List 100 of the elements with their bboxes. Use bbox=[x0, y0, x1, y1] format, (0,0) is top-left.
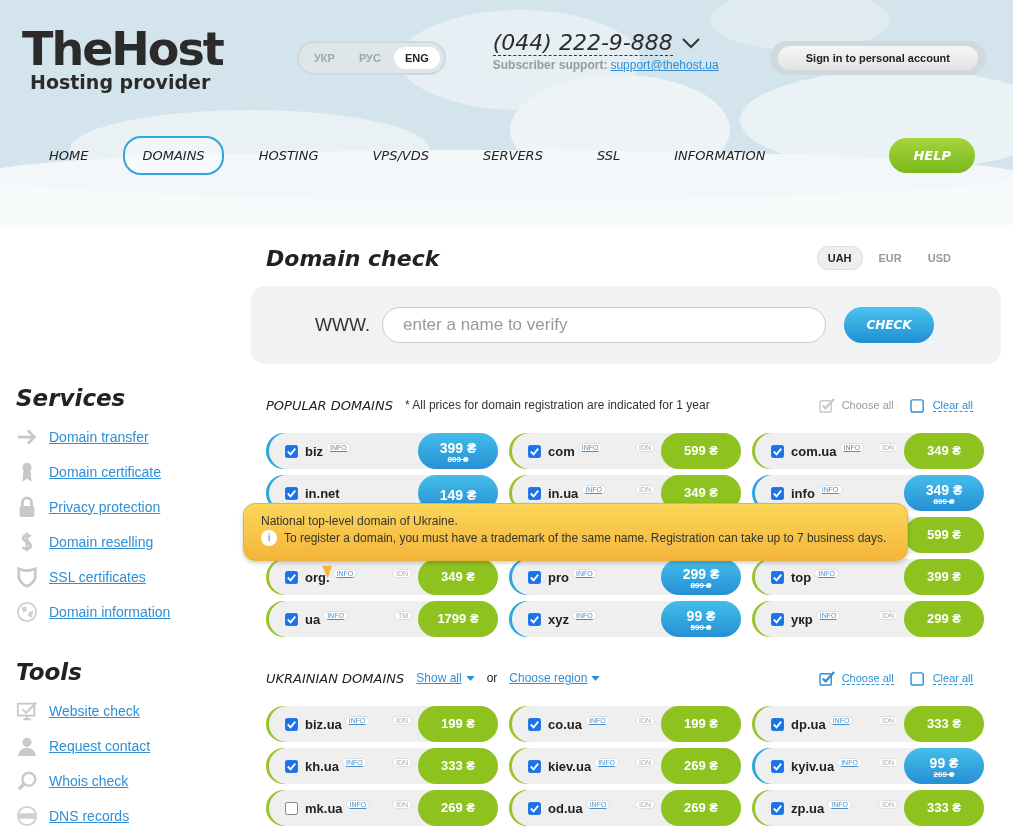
price: 299 ₴ bbox=[682, 566, 720, 581]
checkbox[interactable] bbox=[528, 444, 541, 458]
clear-all-checkbox[interactable] bbox=[909, 397, 927, 413]
nav-tab[interactable]: VPS/VDS bbox=[353, 136, 448, 175]
clear-all-checkbox[interactable] bbox=[909, 670, 927, 686]
sidebar-link[interactable]: Privacy protection bbox=[49, 498, 161, 515]
clear-all-link[interactable]: Clear all bbox=[932, 671, 973, 685]
clear-all-link[interactable]: Clear all bbox=[932, 398, 973, 412]
price: 349 ₴ bbox=[441, 570, 475, 584]
sidebar-link[interactable]: Website check bbox=[49, 702, 140, 719]
choose-region-link[interactable]: Choose region bbox=[509, 671, 588, 685]
nav-tab[interactable]: INFORMATION bbox=[655, 136, 785, 175]
domain-name: info bbox=[791, 485, 815, 501]
shield-icon bbox=[16, 565, 38, 588]
old-price: 599 ₴ bbox=[690, 622, 712, 633]
price-note: * All prices for domain registration are indicated for 1 year bbox=[404, 398, 710, 412]
domain-name: kyiv.ua bbox=[791, 758, 835, 774]
support-email-link[interactable]: support@thehost.ua bbox=[610, 58, 719, 72]
language-tab[interactable]: РУС bbox=[347, 47, 392, 69]
domain-name: ua bbox=[305, 611, 321, 627]
domain-name: biz bbox=[305, 443, 324, 459]
domain-name: org. bbox=[305, 569, 330, 585]
domain-name: com bbox=[548, 443, 575, 459]
domain-name: biz.ua bbox=[305, 716, 342, 732]
currency-tab[interactable]: UAH bbox=[816, 246, 863, 270]
price: 333 ₴ bbox=[441, 759, 475, 773]
checkbox[interactable] bbox=[528, 759, 541, 773]
show-all-link[interactable]: Show all bbox=[416, 671, 462, 685]
checkbox[interactable] bbox=[528, 486, 541, 500]
price: 1799 ₴ bbox=[437, 612, 479, 626]
sidebar-link[interactable]: Domain certificate bbox=[49, 463, 162, 480]
nav-tab[interactable]: SSL bbox=[577, 136, 640, 175]
language-tab[interactable]: ENG bbox=[393, 47, 440, 69]
section-heading: POPULAR DOMAINS bbox=[266, 397, 393, 413]
checkbox[interactable] bbox=[285, 717, 298, 731]
nav-tab[interactable]: HOME bbox=[30, 136, 108, 175]
checkbox[interactable] bbox=[528, 570, 541, 584]
checkbox[interactable] bbox=[285, 759, 298, 773]
domain-name: com.ua bbox=[791, 443, 837, 459]
old-price: 899 ₴ bbox=[933, 496, 955, 507]
checkbox[interactable] bbox=[771, 612, 784, 626]
check-button[interactable]: CHECK bbox=[844, 307, 934, 343]
tooltip-text: To register a domain, you must have a trademark of the same name. Registration can take up to 7 business days. bbox=[284, 531, 887, 545]
checkbox[interactable] bbox=[285, 612, 298, 626]
checkbox[interactable] bbox=[771, 801, 784, 815]
sign-in-button[interactable]: Sign in to personal account bbox=[777, 46, 978, 70]
chevron-down-icon[interactable] bbox=[680, 37, 701, 49]
checkbox[interactable] bbox=[771, 486, 784, 500]
sidebar-link[interactable]: Domain information bbox=[49, 603, 171, 620]
nav-tab[interactable]: DOMAINS bbox=[123, 136, 224, 175]
price: 349 ₴ bbox=[684, 486, 718, 500]
price: 149 ₴ bbox=[439, 487, 477, 502]
checkbox[interactable] bbox=[771, 759, 784, 773]
checkbox[interactable] bbox=[528, 717, 541, 731]
logo-wordmark[interactable]: TheHost bbox=[22, 26, 297, 72]
old-price: 899 ₴ bbox=[447, 454, 469, 465]
nav-tab[interactable]: SERVERS bbox=[464, 136, 562, 175]
checkbox[interactable] bbox=[285, 486, 298, 500]
checkbox[interactable] bbox=[771, 444, 784, 458]
domain-name: mk.ua bbox=[305, 800, 343, 816]
caret-icon bbox=[591, 675, 601, 681]
sidebar-link[interactable]: DNS records bbox=[49, 807, 130, 824]
support-label: Subscriber support: bbox=[492, 58, 608, 72]
checkbox[interactable] bbox=[771, 717, 784, 731]
sidebar-link[interactable]: Request contact bbox=[49, 737, 151, 754]
domain-name: od.ua bbox=[548, 800, 583, 816]
price: 269 ₴ bbox=[684, 759, 718, 773]
nav-tab[interactable]: HOSTING bbox=[239, 136, 338, 175]
domain-name: in.net bbox=[305, 485, 340, 501]
price: 199 ₴ bbox=[441, 717, 475, 731]
checkbox[interactable] bbox=[285, 444, 298, 458]
domain-name: укр bbox=[791, 611, 813, 627]
domain-search-field[interactable]: enter a name to verify bbox=[382, 307, 826, 343]
price: 269 ₴ bbox=[441, 801, 475, 815]
info-icon: i bbox=[261, 530, 277, 546]
sidebar-heading: Tools bbox=[16, 659, 83, 685]
search-icon bbox=[16, 769, 38, 792]
sidebar-link[interactable]: Whois check bbox=[49, 772, 129, 789]
checkbox[interactable] bbox=[285, 570, 298, 584]
sidebar-link[interactable]: Domain transfer bbox=[49, 428, 149, 445]
sidebar-link[interactable]: SSL certificates bbox=[49, 568, 146, 585]
currency-tab[interactable]: EUR bbox=[868, 246, 912, 270]
checkbox[interactable] bbox=[285, 801, 298, 815]
language-tab[interactable]: УКР bbox=[303, 47, 346, 69]
select-all-checkbox[interactable] bbox=[818, 670, 836, 686]
checkbox[interactable] bbox=[528, 801, 541, 815]
checkbox[interactable] bbox=[771, 570, 784, 584]
logo-tagline: Hosting provider bbox=[30, 72, 212, 92]
price: 269 ₴ bbox=[684, 801, 718, 815]
price: 199 ₴ bbox=[684, 717, 718, 731]
or-label: or bbox=[486, 671, 498, 685]
domain-name: in.ua bbox=[548, 485, 579, 501]
checkbox[interactable] bbox=[528, 612, 541, 626]
page-title: Domain check bbox=[266, 245, 441, 271]
sidebar-link[interactable]: Domain reselling bbox=[49, 533, 154, 550]
currency-tab[interactable]: USD bbox=[917, 246, 961, 270]
choose-all-link[interactable]: Choose all bbox=[841, 671, 894, 685]
phone-number[interactable]: (044) 222-9-888 bbox=[492, 30, 673, 56]
monitor-check-icon bbox=[16, 699, 38, 722]
help-button[interactable]: HELP bbox=[889, 138, 975, 173]
